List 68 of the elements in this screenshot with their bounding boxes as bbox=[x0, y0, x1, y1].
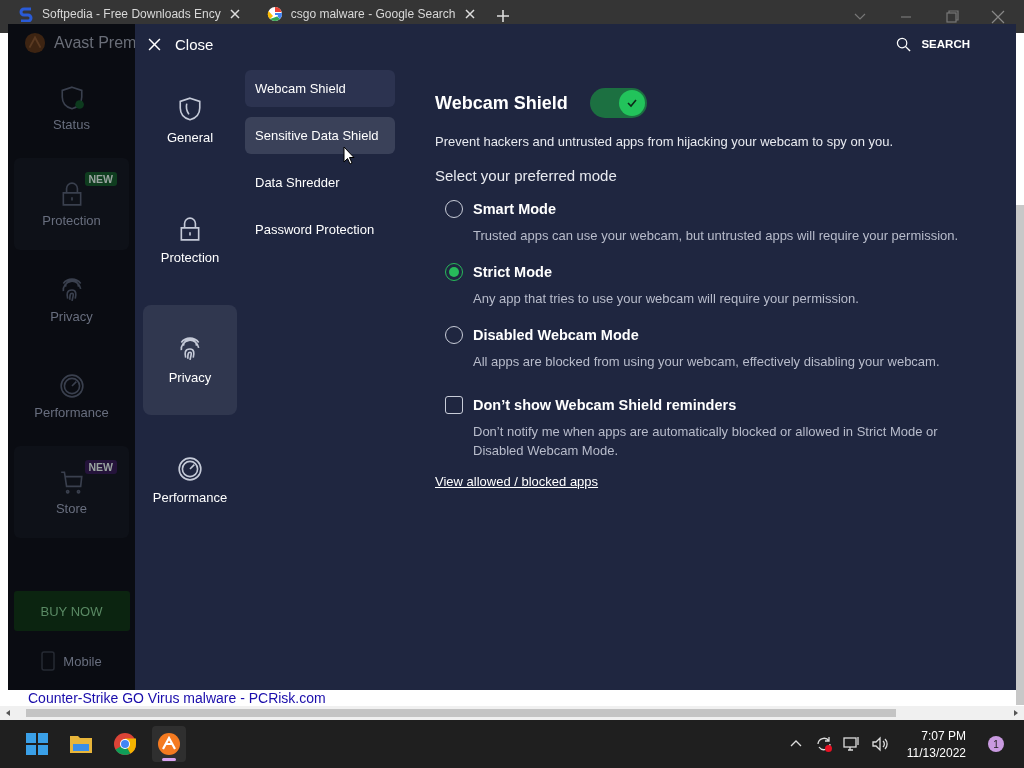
section-title: Webcam Shield bbox=[435, 92, 568, 114]
browser-tab[interactable]: csgo malware - Google Search bbox=[248, 4, 484, 23]
site-icon bbox=[18, 5, 34, 22]
app-title: Avast Prem bbox=[54, 34, 137, 52]
gauge-icon bbox=[177, 455, 203, 482]
clock[interactable]: 7:07 PM 11/13/2022 bbox=[906, 728, 966, 760]
new-tab-icon[interactable] bbox=[495, 9, 510, 23]
nav-item[interactable]: NEW Protection bbox=[14, 158, 129, 250]
option-label: Disabled Webcam Mode bbox=[473, 327, 640, 343]
speaker-icon[interactable] bbox=[870, 735, 889, 753]
option-label: Smart Mode bbox=[473, 201, 557, 217]
category-tab[interactable]: General bbox=[143, 65, 237, 175]
phone-icon bbox=[41, 651, 56, 671]
scrollbar-thumb[interactable] bbox=[26, 709, 896, 717]
scroll-left-icon[interactable] bbox=[4, 709, 12, 717]
sync-icon[interactable] bbox=[814, 735, 833, 753]
nav-label: Store bbox=[55, 500, 88, 516]
option-description: Any app that tries to use your webcam will require your permission. bbox=[473, 290, 860, 308]
cursor-icon bbox=[343, 146, 355, 165]
gauge-icon bbox=[58, 372, 85, 399]
browser-tab[interactable]: Softpedia - Free Downloads Ency bbox=[0, 4, 249, 23]
mode-heading: Select your preferred mode bbox=[435, 167, 618, 184]
close-icon[interactable] bbox=[463, 7, 476, 20]
nav-label: Performance bbox=[34, 404, 109, 420]
toggle-switch[interactable] bbox=[589, 88, 647, 118]
search-icon bbox=[896, 36, 912, 52]
nav-item[interactable]: Status bbox=[14, 62, 129, 154]
new-badge: NEW bbox=[84, 172, 117, 186]
category-tab[interactable]: Privacy bbox=[143, 305, 237, 415]
app-icon[interactable] bbox=[152, 726, 186, 762]
nav-label: Protection bbox=[42, 212, 101, 228]
close-button[interactable]: Close bbox=[148, 35, 214, 53]
close-icon bbox=[148, 37, 161, 51]
notification-badge[interactable]: 1 bbox=[988, 736, 1004, 752]
shield-icon bbox=[58, 84, 85, 111]
check-icon bbox=[625, 97, 638, 109]
category-tab[interactable]: Performance bbox=[143, 425, 237, 535]
option-description: Don’t notify me when apps are automatically blocked or allowed in Strict Mode or Disabled Webcam Mode. bbox=[473, 423, 939, 460]
shield-icon bbox=[177, 95, 203, 122]
option-description: Trusted apps can use your webcam, but untrusted apps will require your permission. bbox=[473, 227, 960, 245]
new-badge: NEW bbox=[84, 460, 117, 474]
site-icon bbox=[266, 5, 283, 22]
search-button[interactable]: SEARCH bbox=[896, 36, 970, 52]
checkbox[interactable] bbox=[445, 396, 463, 414]
option-description: All apps are blocked from using your webcam, effectively disabling your webcam. bbox=[473, 353, 941, 371]
submenu-item[interactable]: Webcam Shield bbox=[245, 70, 395, 107]
allowed-apps-link[interactable]: View allowed / blocked apps bbox=[435, 474, 599, 489]
scrollbar[interactable] bbox=[1016, 205, 1024, 705]
nav-item[interactable]: NEW Store bbox=[14, 446, 129, 538]
nav-label: Privacy bbox=[50, 308, 93, 324]
option-label: Strict Mode bbox=[473, 264, 553, 280]
submenu-item[interactable]: Sensitive Data Shield bbox=[245, 117, 395, 154]
network-icon[interactable] bbox=[842, 735, 861, 753]
submenu-item[interactable]: Password Protection bbox=[245, 211, 395, 248]
mobile-link[interactable]: Mobile bbox=[41, 651, 102, 671]
cart-icon bbox=[58, 468, 85, 495]
section-description: Prevent hackers and untrusted apps from hijacking your webcam to spy on you. bbox=[435, 134, 895, 149]
option-label: Don’t show Webcam Shield reminders bbox=[473, 397, 738, 413]
nav-item[interactable]: Privacy bbox=[14, 254, 129, 346]
close-icon[interactable] bbox=[228, 7, 241, 20]
app-logo-icon bbox=[24, 32, 46, 54]
nav-label: Status bbox=[53, 116, 90, 132]
submenu-item[interactable]: Data Shredder bbox=[245, 164, 395, 201]
category-tab[interactable]: Protection bbox=[143, 185, 237, 295]
scroll-right-icon[interactable] bbox=[1012, 709, 1020, 717]
search-result-link[interactable]: Counter-Strike GO Virus malware - PCRisk.com bbox=[28, 691, 326, 706]
buy-now-button[interactable]: BUY NOW bbox=[13, 591, 130, 631]
nav-item[interactable]: Performance bbox=[14, 350, 129, 442]
